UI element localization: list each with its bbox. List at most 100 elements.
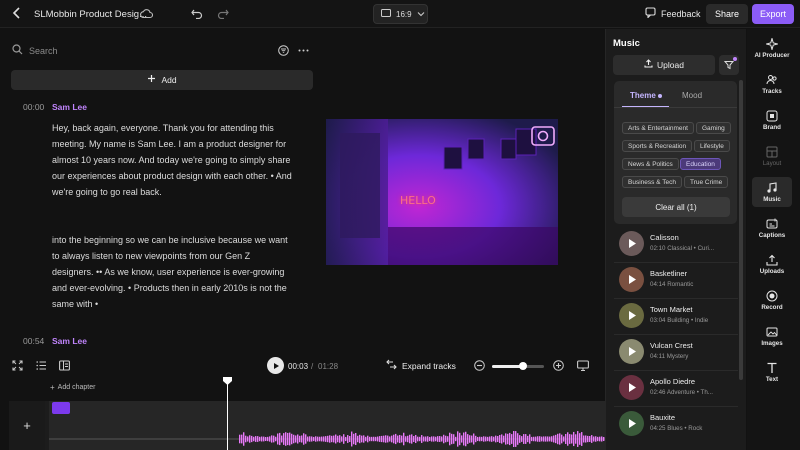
track-meta: 02:46 Adventure • Th... xyxy=(650,389,713,396)
panel-scrollbar[interactable] xyxy=(739,80,743,380)
waveform-bar xyxy=(419,436,421,442)
speaker-name[interactable]: Sam Lee xyxy=(52,336,87,346)
waveform-bar xyxy=(515,431,517,447)
split-view-icon[interactable] xyxy=(59,360,70,374)
aspect-ratio-dropdown[interactable]: 16:9 xyxy=(373,4,428,24)
rail-item-label: Record xyxy=(761,303,783,311)
undo-icon[interactable] xyxy=(191,8,203,22)
chip-education[interactable]: Education xyxy=(680,158,721,170)
search-input[interactable]: Search xyxy=(29,46,58,56)
segment-timestamp[interactable]: 00:54 xyxy=(23,336,44,346)
rail-item-images[interactable]: Images xyxy=(752,321,792,351)
back-icon[interactable] xyxy=(10,6,24,20)
track-artwork[interactable] xyxy=(619,375,644,400)
audio-waveform[interactable] xyxy=(49,428,605,450)
rail-item-uploads[interactable]: Uploads xyxy=(752,249,792,279)
rail-item-layout[interactable]: Layout xyxy=(752,141,792,171)
clear-all-button[interactable]: Clear all (1) xyxy=(622,197,730,217)
rail-item-record[interactable]: Record xyxy=(752,285,792,315)
add-chapter-button[interactable]: + Add chapter xyxy=(50,383,95,392)
rail-item-ai-producer[interactable]: AI Producer xyxy=(752,33,792,63)
transcript-search[interactable]: Search xyxy=(12,44,58,58)
waveform-bar xyxy=(575,434,577,444)
waveform-bar xyxy=(361,435,363,443)
music-track-item[interactable]: Bauxite 04:25 Blues • Rock xyxy=(614,407,738,441)
add-track-button[interactable]: + xyxy=(9,401,45,450)
project-title[interactable]: SLMobbin Product Desig... xyxy=(34,9,147,20)
export-button[interactable]: Export xyxy=(752,4,794,24)
video-clip-thumbnail[interactable] xyxy=(52,402,70,414)
play-icon xyxy=(629,383,636,392)
waveform-bar xyxy=(463,432,465,446)
chip-lifestyle[interactable]: Lifestyle xyxy=(694,140,730,152)
waveform-bar xyxy=(519,435,521,443)
chip-true-crime[interactable]: True Crime xyxy=(684,176,729,188)
music-track-item[interactable]: Basketliner 04:14 Romantic xyxy=(614,263,738,297)
track-artwork[interactable] xyxy=(619,267,644,292)
tab-mood[interactable]: Mood xyxy=(682,91,702,100)
rail-item-music[interactable]: Music xyxy=(752,177,792,207)
music-track-item[interactable]: Calisson 02:10 Classical • Curi... xyxy=(614,227,738,261)
waveform-bar xyxy=(513,431,515,447)
waveform-bar xyxy=(341,436,343,442)
rail-item-text[interactable]: Text xyxy=(752,357,792,387)
list-view-icon[interactable] xyxy=(36,360,47,374)
track-artwork[interactable] xyxy=(619,411,644,436)
share-button[interactable]: Share xyxy=(706,4,748,24)
music-track-item[interactable]: Town Market 03:04 Building • Indie xyxy=(614,299,738,333)
waveform-bar xyxy=(381,435,383,443)
zoom-out-icon[interactable] xyxy=(474,360,485,374)
chip-business-tech[interactable]: Business & Tech xyxy=(622,176,682,188)
waveform-bar xyxy=(239,434,241,444)
segment-timestamp[interactable]: 00:00 xyxy=(23,102,44,112)
more-options-icon[interactable] xyxy=(298,45,309,59)
waveform-bar xyxy=(563,436,565,442)
waveform-bar xyxy=(321,436,323,442)
tab-theme[interactable]: Theme xyxy=(630,91,656,100)
waveform-bar xyxy=(539,436,541,442)
music-track-item[interactable]: Vulcan Crest 04:11 Mystery xyxy=(614,335,738,369)
track-artwork[interactable] xyxy=(619,339,644,364)
tab-indicator-dot xyxy=(658,94,662,98)
playhead[interactable] xyxy=(227,380,228,450)
chip-arts-entertainment[interactable]: Arts & Entertainment xyxy=(622,122,694,134)
aspect-ratio-label: 16:9 xyxy=(396,9,412,19)
transcript-paragraph[interactable]: into the beginning so we can be inclusiv… xyxy=(52,232,292,312)
track-artwork[interactable] xyxy=(619,303,644,328)
waveform-bar xyxy=(301,435,303,443)
waveform-bar xyxy=(243,432,245,446)
playhead-handle[interactable] xyxy=(223,377,232,385)
waveform-bar xyxy=(291,433,293,445)
rail-item-brand[interactable]: Brand xyxy=(752,105,792,135)
zoom-in-icon[interactable] xyxy=(553,360,564,374)
fit-screen-icon[interactable] xyxy=(12,360,23,374)
chip-sports-recreation[interactable]: Sports & Recreation xyxy=(622,140,693,152)
waveform-bar xyxy=(485,436,487,442)
waveform-bar xyxy=(351,431,353,447)
rail-item-tracks[interactable]: Tracks xyxy=(752,69,792,99)
chip-news-politics[interactable]: News & Politics xyxy=(622,158,679,170)
add-button[interactable]: Add xyxy=(11,70,313,90)
chip-gaming[interactable]: Gaming xyxy=(696,122,731,134)
transcript-paragraph[interactable]: Hey, back again, everyone. Thank you for… xyxy=(52,120,292,200)
neon-hello-sign: HELLO xyxy=(400,194,436,207)
music-track-item[interactable]: Apollo Diedre 02:46 Adventure • Th... xyxy=(614,371,738,405)
video-preview[interactable]: HELLO xyxy=(326,119,558,265)
total-time: 01:28 xyxy=(318,362,339,371)
rail-item-captions[interactable]: Captions xyxy=(752,213,792,243)
filter-icon[interactable] xyxy=(278,45,289,59)
upload-button[interactable]: Upload xyxy=(613,55,715,75)
rail-item-label: AI Producer xyxy=(754,51,790,59)
expand-tracks-button[interactable]: Expand tracks xyxy=(386,359,456,373)
zoom-slider[interactable] xyxy=(492,362,544,370)
track-artwork[interactable] xyxy=(619,231,644,256)
current-time: 00:03 xyxy=(288,362,309,371)
zoom-slider-handle[interactable] xyxy=(519,362,528,370)
play-button[interactable] xyxy=(267,357,284,374)
speaker-name[interactable]: Sam Lee xyxy=(52,102,87,112)
caption-display-icon[interactable] xyxy=(577,360,589,374)
feedback-button[interactable]: Feedback xyxy=(645,7,701,21)
redo-icon[interactable] xyxy=(217,8,229,22)
plus-icon: + xyxy=(50,383,55,392)
brand-icon xyxy=(766,110,778,121)
